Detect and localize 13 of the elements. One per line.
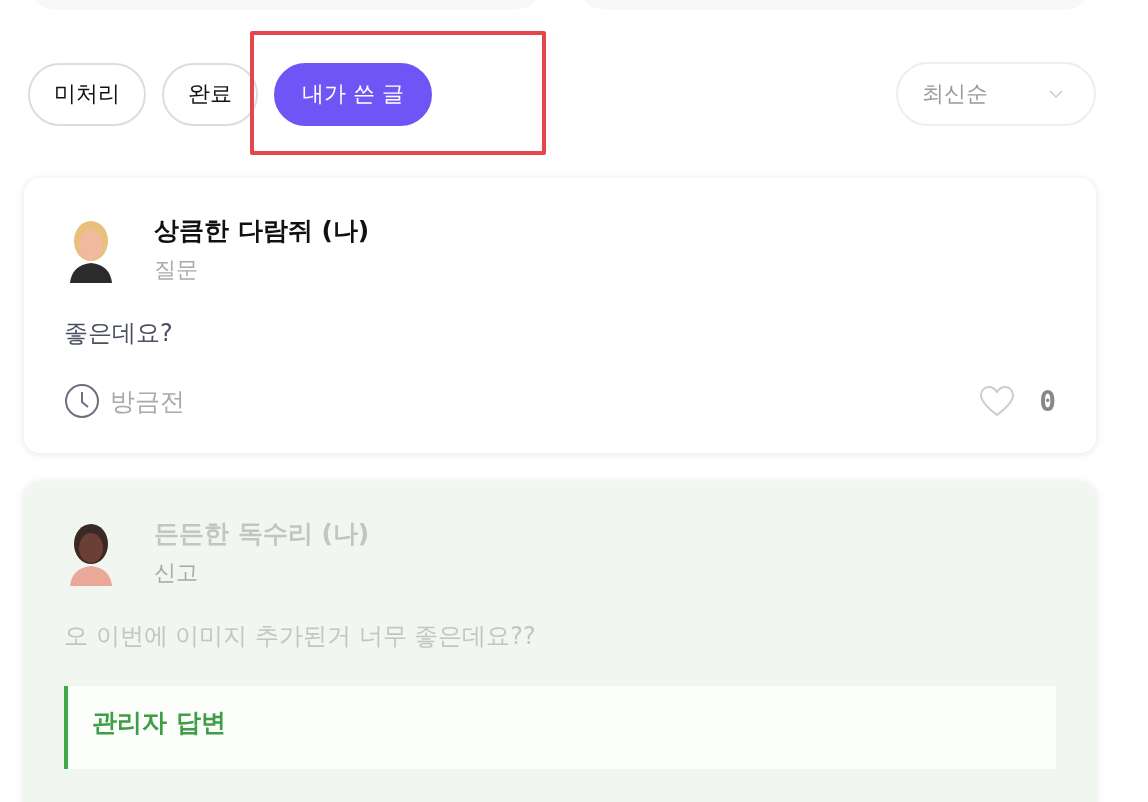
post-category: 질문 [154, 256, 199, 284]
author-name: 상큼한 다람쥐 (나) [154, 215, 370, 247]
like-count: 0 [1039, 384, 1056, 418]
post-text: 좋은데요? [64, 318, 174, 349]
heart-icon[interactable] [979, 385, 1016, 417]
post-category: 신고 [154, 559, 199, 587]
filter-chip[interactable]: 미처리 [28, 62, 146, 126]
reply-title: 관리자 답변 [92, 708, 226, 737]
clock-icon [64, 383, 100, 419]
filter-chip[interactable]: 완료 [162, 62, 258, 126]
post-time: 방금전 [110, 385, 185, 418]
chevron-down-icon [1048, 89, 1064, 99]
filter-chip[interactable]: 내가 쓴 글 [274, 62, 432, 126]
